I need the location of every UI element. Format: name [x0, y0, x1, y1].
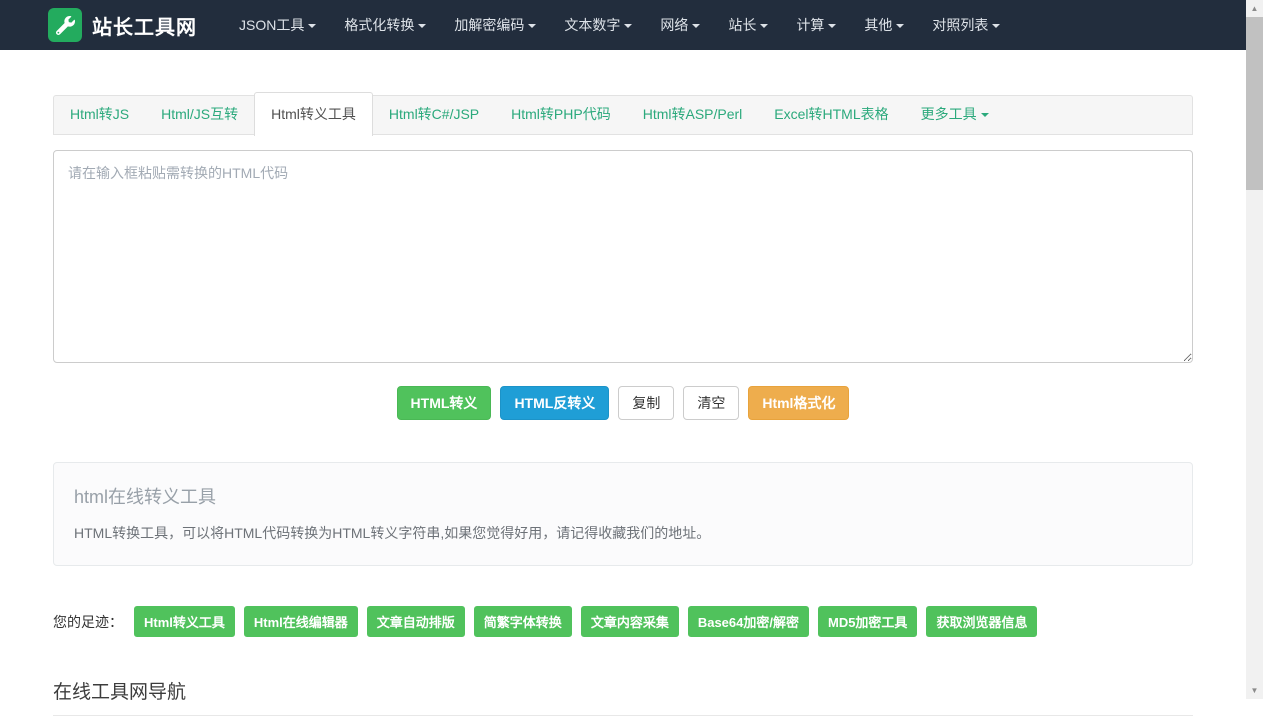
nav-item-network[interactable]: 网络 [646, 0, 714, 50]
nav-item-label: 网络 [660, 17, 688, 33]
chevron-down-icon [692, 24, 700, 28]
footprints-row: 您的足迹： Html转义工具 Html在线编辑器 文章自动排版 简繁字体转换 文… [53, 606, 1193, 637]
nav-item-label: 计算 [796, 17, 824, 33]
chevron-down-icon [828, 24, 836, 28]
scrollbar-down-button[interactable]: ▼ [1246, 682, 1263, 699]
action-buttons: HTML转义 HTML反转义 复制 清空 Html格式化 [53, 386, 1193, 420]
tab-html-to-php[interactable]: Html转PHP代码 [495, 95, 627, 134]
scrollbar-up-button[interactable]: ▲ [1246, 0, 1263, 17]
scrollbar-thumb[interactable] [1246, 17, 1263, 190]
chevron-down-icon [528, 24, 536, 28]
nav-item-label: 对照列表 [932, 17, 988, 33]
nav-item-calculate[interactable]: 计算 [782, 0, 850, 50]
tool-tabs: Html转JS Html/JS互转 Html转义工具 Html转C#/JSP H… [53, 95, 1193, 135]
tab-excel-to-html-table[interactable]: Excel转HTML表格 [758, 95, 904, 134]
nav-item-label: 其他 [864, 17, 892, 33]
nav-item-label: 站长 [728, 17, 756, 33]
tab-html-to-asp-perl[interactable]: Html转ASP/Perl [627, 95, 759, 134]
nav-item-label: 文本数字 [564, 17, 620, 33]
nav-item-reference-tables[interactable]: 对照列表 [918, 0, 1014, 50]
footprint-chip-browser-info[interactable]: 获取浏览器信息 [926, 606, 1037, 637]
top-navbar: 站长工具网 JSON工具 格式化转换 加解密编码 文本数字 网络 站长 计算 其… [0, 0, 1246, 50]
tab-html-to-csharp-jsp[interactable]: Html转C#/JSP [373, 95, 495, 134]
html-unescape-button[interactable]: HTML反转义 [500, 386, 609, 420]
copy-button[interactable]: 复制 [618, 386, 674, 420]
footprint-chip-article-layout[interactable]: 文章自动排版 [367, 606, 465, 637]
footprints-label: 您的足迹： [53, 612, 123, 632]
nav-item-text-number[interactable]: 文本数字 [550, 0, 646, 50]
nav-item-webmaster[interactable]: 站长 [714, 0, 782, 50]
html-format-button[interactable]: Html格式化 [748, 386, 849, 420]
tab-more-tools-label: 更多工具 [921, 106, 977, 122]
nav-item-label: JSON工具 [239, 17, 304, 33]
tab-html-to-js[interactable]: Html转JS [54, 95, 145, 134]
tab-html-js-convert[interactable]: Html/JS互转 [145, 95, 254, 134]
scrollbar-track[interactable]: ▲ ▼ [1246, 0, 1263, 699]
html-escape-button[interactable]: HTML转义 [397, 386, 492, 420]
nav-item-json-tools[interactable]: JSON工具 [225, 0, 330, 50]
tab-html-escape[interactable]: Html转义工具 [254, 92, 373, 136]
html-input-textarea[interactable] [53, 150, 1193, 363]
nav-item-label: 格式化转换 [344, 17, 414, 33]
footprint-chip-md5[interactable]: MD5加密工具 [818, 606, 917, 637]
tool-info-panel: html在线转义工具 HTML转换工具，可以将HTML代码转换为HTML转义字符… [53, 462, 1193, 566]
wrench-icon [48, 8, 82, 42]
footprint-chip-html-escape[interactable]: Html转义工具 [134, 606, 235, 637]
clear-button[interactable]: 清空 [683, 386, 739, 420]
chevron-down-icon [896, 24, 904, 28]
footprint-chip-content-collect[interactable]: 文章内容采集 [581, 606, 679, 637]
nav-section-title: 在线工具网导航 [53, 677, 1193, 704]
chevron-down-icon [981, 113, 989, 117]
nav-item-other[interactable]: 其他 [850, 0, 918, 50]
chevron-down-icon [418, 24, 426, 28]
page: 站长工具网 JSON工具 格式化转换 加解密编码 文本数字 网络 站长 计算 其… [0, 0, 1246, 699]
chevron-down-icon [760, 24, 768, 28]
footprint-chip-font-convert[interactable]: 简繁字体转换 [474, 606, 572, 637]
main-content: Html转JS Html/JS互转 Html转义工具 Html转C#/JSP H… [53, 95, 1193, 716]
chevron-down-icon [624, 24, 632, 28]
chevron-down-icon [992, 24, 1000, 28]
tool-info-description: HTML转换工具，可以将HTML代码转换为HTML转义字符串,如果您觉得好用，请… [74, 523, 1172, 543]
brand-name: 站长工具网 [92, 11, 197, 40]
footprint-chip-html-editor[interactable]: Html在线编辑器 [244, 606, 358, 637]
brand[interactable]: 站长工具网 [48, 8, 197, 42]
tab-more-tools[interactable]: 更多工具 [905, 95, 1005, 134]
nav-item-format-convert[interactable]: 格式化转换 [330, 0, 440, 50]
nav-item-crypto-encode[interactable]: 加解密编码 [440, 0, 550, 50]
tool-info-title: html在线转义工具 [74, 483, 1172, 509]
nav-item-label: 加解密编码 [454, 17, 524, 33]
footprint-chip-base64[interactable]: Base64加密/解密 [688, 606, 809, 637]
chevron-down-icon [308, 24, 316, 28]
